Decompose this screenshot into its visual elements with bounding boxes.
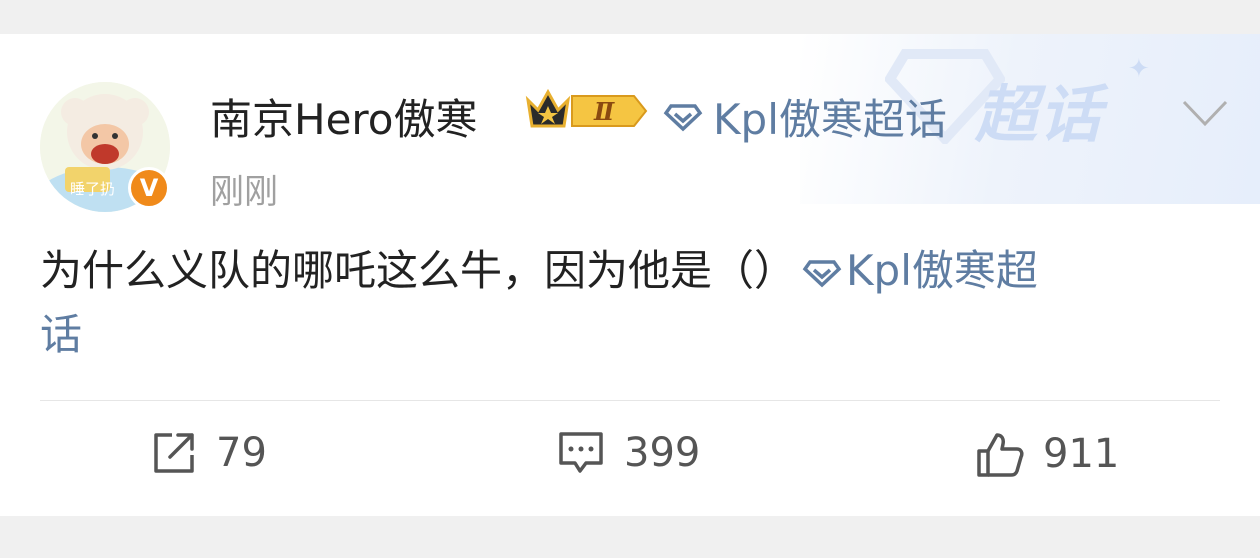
like-count: 911 (1043, 431, 1120, 477)
share-icon (154, 433, 194, 473)
divider (40, 400, 1220, 401)
inline-topic-label: Kpl傲寒超 (846, 246, 1038, 295)
sparkle-icon: ✦ (1128, 54, 1150, 84)
comment-icon (559, 432, 603, 473)
avatar-text: 睡了扔 (70, 180, 115, 198)
diamond-icon (802, 260, 842, 288)
diamond-icon (663, 103, 703, 131)
crown-level: Ⅱ (593, 97, 615, 126)
comment-button[interactable]: 399 (556, 429, 700, 477)
author-name[interactable]: 南京Hero傲寒 (210, 86, 477, 147)
verified-badge: V (128, 167, 170, 209)
crown-badge-icon[interactable]: Ⅱ (522, 88, 650, 134)
chevron-down-icon[interactable] (1180, 96, 1230, 130)
comment-count: 399 (624, 430, 701, 476)
post-text: 为什么义队的哪吒这么牛，因为他是（） (40, 246, 797, 295)
super-topic-link[interactable]: Kpl傲寒超话 (663, 86, 947, 147)
inline-topic-label-cont: 话 (40, 310, 83, 359)
post-card[interactable]: 超话 ✦ 睡了扔 V 南京Hero傲寒 Ⅱ Kpl傲寒超话 刚刚 为什么义队的哪… (0, 34, 1260, 516)
super-topic-label: Kpl傲寒超话 (713, 95, 947, 144)
repost-count: 79 (216, 430, 267, 476)
repost-button[interactable]: 79 (150, 429, 267, 477)
thumbs-up-icon (977, 433, 1024, 477)
post-body: 为什么义队的哪吒这么牛，因为他是（） Kpl傲寒超话 (40, 239, 1220, 367)
like-button[interactable]: 911 (975, 429, 1119, 479)
post-timestamp: 刚刚 (210, 172, 278, 212)
super-topic-watermark: 超话 (975, 78, 1104, 151)
